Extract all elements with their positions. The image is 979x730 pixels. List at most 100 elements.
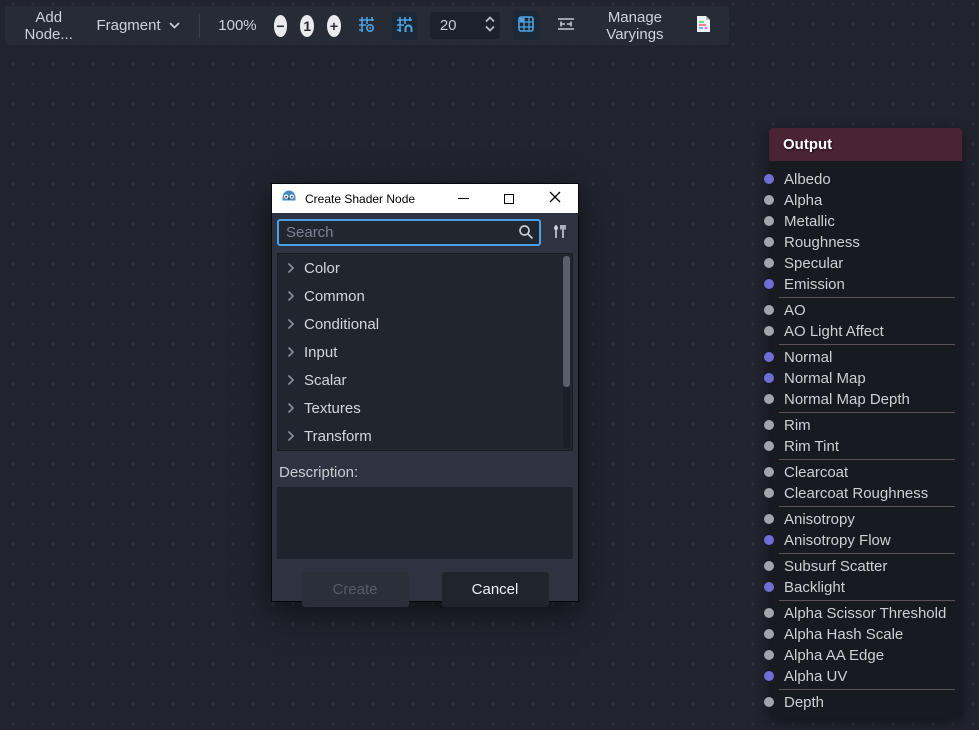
grid-gear-icon — [358, 16, 375, 36]
toolbar-separator — [199, 14, 200, 38]
output-port-row: Albedo — [769, 169, 962, 190]
port-socket[interactable] — [764, 174, 774, 184]
search-field-wrap — [277, 219, 541, 246]
port-socket[interactable] — [764, 582, 774, 592]
port-label: Alpha UV — [784, 668, 847, 685]
tree-item-input[interactable]: Input — [278, 338, 572, 366]
close-button[interactable] — [532, 184, 578, 213]
port-label: Metallic — [784, 213, 835, 230]
output-port-row: AO — [769, 300, 962, 321]
minimap-toggle-button[interactable] — [513, 11, 539, 40]
minimize-button[interactable] — [440, 184, 486, 213]
snap-toggle-button[interactable] — [392, 12, 417, 40]
chevron-right-icon[interactable] — [287, 346, 295, 358]
port-socket[interactable] — [764, 279, 774, 289]
port-label: Alpha Hash Scale — [784, 626, 903, 643]
port-socket[interactable] — [764, 216, 774, 226]
port-socket[interactable] — [764, 629, 774, 639]
search-input[interactable] — [277, 219, 541, 246]
chevron-right-icon[interactable] — [287, 290, 295, 302]
port-label: Albedo — [784, 171, 831, 188]
output-port-row: AO Light Affect — [769, 321, 962, 342]
port-socket[interactable] — [764, 535, 774, 545]
chevron-right-icon[interactable] — [287, 402, 295, 414]
tree-scrollbar[interactable] — [563, 256, 570, 448]
grid-magnet-icon — [396, 16, 413, 36]
port-socket[interactable] — [764, 650, 774, 660]
output-node[interactable]: Output AlbedoAlphaMetallicRoughnessSpecu… — [769, 128, 962, 718]
port-socket[interactable] — [764, 608, 774, 618]
tree-item-color[interactable]: Color — [278, 254, 572, 282]
maximize-icon — [504, 194, 514, 204]
port-socket[interactable] — [764, 305, 774, 315]
chevron-right-icon[interactable] — [287, 262, 295, 274]
tree-item-common[interactable]: Common — [278, 282, 572, 310]
output-node-header[interactable]: Output — [769, 128, 962, 161]
port-socket[interactable] — [764, 488, 774, 498]
tree-item-label: Scalar — [304, 372, 347, 389]
port-socket[interactable] — [764, 697, 774, 707]
port-label: Specular — [784, 255, 843, 272]
graph-canvas[interactable]: Add Node... Fragment 100% − 1 + — [0, 0, 979, 730]
dialog-titlebar[interactable]: Create Shader Node — [272, 184, 578, 213]
filter-button[interactable] — [545, 219, 573, 246]
tree-item-scalar[interactable]: Scalar — [278, 366, 572, 394]
port-socket[interactable] — [764, 394, 774, 404]
zoom-out-button[interactable]: − — [274, 15, 288, 37]
manage-varyings-button[interactable]: Manage Varyings — [593, 5, 677, 47]
filter-sliders-icon — [551, 223, 568, 243]
snap-settings-button[interactable] — [354, 12, 379, 40]
shader-file-button[interactable] — [690, 11, 716, 40]
tree-scrollbar-thumb[interactable] — [563, 256, 570, 387]
create-shader-node-dialog: Create Shader Node — [271, 183, 579, 602]
arrange-nodes-button[interactable] — [552, 12, 580, 39]
godot-icon — [281, 188, 297, 209]
tree-item-textures[interactable]: Textures — [278, 394, 572, 422]
tree-item-transform[interactable]: Transform — [278, 422, 572, 450]
port-socket[interactable] — [764, 195, 774, 205]
tree-item-conditional[interactable]: Conditional — [278, 310, 572, 338]
snap-distance-input[interactable] — [440, 17, 484, 34]
snap-distance-spinner[interactable] — [430, 12, 500, 39]
chevron-right-icon[interactable] — [287, 430, 295, 442]
port-group-separator — [779, 600, 955, 601]
port-socket[interactable] — [764, 561, 774, 571]
port-socket[interactable] — [764, 671, 774, 681]
port-socket[interactable] — [764, 237, 774, 247]
zoom-reset-button[interactable]: 1 — [300, 15, 314, 37]
port-socket[interactable] — [764, 420, 774, 430]
output-port-row: Alpha — [769, 190, 962, 211]
dialog-title: Create Shader Node — [305, 192, 415, 206]
output-port-row: Clearcoat — [769, 462, 962, 483]
port-label: Rim — [784, 417, 811, 434]
port-label: Normal — [784, 349, 832, 366]
port-socket[interactable] — [764, 373, 774, 383]
chevron-right-icon[interactable] — [287, 318, 295, 330]
create-button[interactable]: Create — [302, 572, 409, 607]
port-socket[interactable] — [764, 352, 774, 362]
output-node-ports: AlbedoAlphaMetallicRoughnessSpecularEmis… — [769, 161, 962, 718]
port-socket[interactable] — [764, 326, 774, 336]
output-port-row: Alpha Scissor Threshold — [769, 603, 962, 624]
output-port-row: Normal Map Depth — [769, 389, 962, 410]
zoom-in-button[interactable]: + — [327, 15, 341, 37]
shader-mode-dropdown[interactable]: Fragment — [92, 13, 183, 38]
port-group-separator — [779, 689, 955, 690]
port-socket[interactable] — [764, 514, 774, 524]
port-socket[interactable] — [764, 441, 774, 451]
maximize-button[interactable] — [486, 184, 532, 213]
port-socket[interactable] — [764, 258, 774, 268]
output-port-row: Backlight — [769, 577, 962, 598]
port-socket[interactable] — [764, 467, 774, 477]
port-group-separator — [779, 553, 955, 554]
add-node-button[interactable]: Add Node... — [18, 5, 79, 47]
spinner-arrows-icon[interactable] — [484, 15, 496, 37]
chevron-right-icon[interactable] — [287, 374, 295, 386]
dialog-buttons: Create Cancel — [277, 572, 573, 607]
output-port-row: Normal — [769, 347, 962, 368]
output-port-row: Rim Tint — [769, 436, 962, 457]
cancel-button[interactable]: Cancel — [442, 572, 549, 607]
output-port-row: Alpha Hash Scale — [769, 624, 962, 645]
port-label: AO Light Affect — [784, 323, 884, 340]
tree-item-label: Textures — [304, 400, 361, 417]
